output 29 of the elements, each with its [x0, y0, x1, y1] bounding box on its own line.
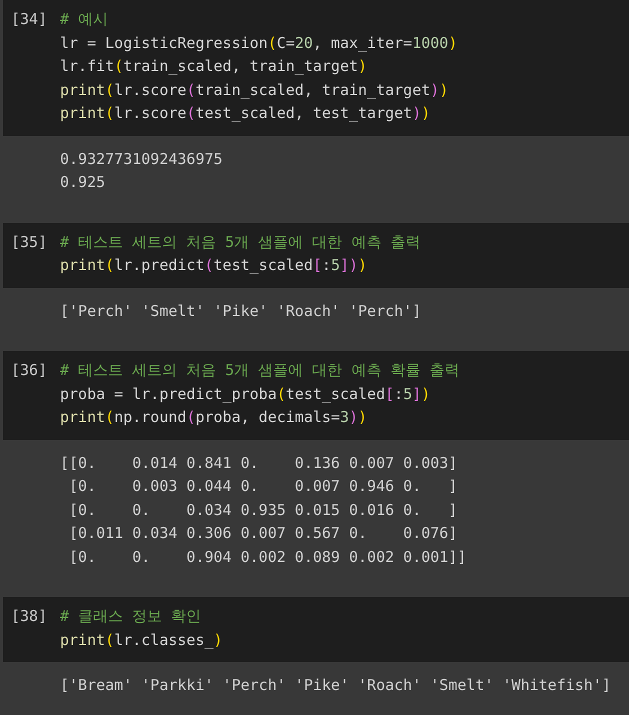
output-line: 0.925	[60, 172, 106, 193]
code-line: lr = LogisticRegression(C=20, max_iter=1000)	[60, 32, 458, 54]
output-line: ['Perch' 'Smelt' 'Pike' 'Roach' 'Perch']	[60, 300, 422, 322]
code-line: proba = lr.predict_proba(test_scaled[:5])	[60, 384, 430, 404]
code-line: print(lr.score(train_scaled, train_target))	[60, 80, 448, 100]
code-line: lr.fit(train_scaled, train_target)	[60, 56, 368, 77]
code-line: # 예시	[60, 9, 108, 30]
output-line: [0. 0. 0.904 0.002 0.089 0.002 0.001]]	[68, 546, 466, 568]
output-line: ['Bream' 'Parkki' 'Perch' 'Pike' 'Roach' 'Smelt' 'Whitefish']	[60, 675, 611, 696]
output-line: 0.9327731092436975	[60, 148, 223, 170]
code-cell[interactable]: [34] # 예시 lr = LogisticRegression(C=20, max_iter=1000) lr.fit(train_scaled, train_target) print(lr.score(train_scaled, train_target)) print(lr.score(test_scaled, test_target))	[3, 0, 629, 136]
code-line: print(lr.classes_)	[60, 630, 223, 650]
execution-count: [35]	[10, 232, 48, 252]
output-line: [0. 0. 0.034 0.935 0.015 0.016 0. ]	[68, 500, 458, 520]
code-cell[interactable]: [35] # 테스트 세트의 처음 5개 샘플에 대한 예측 출력 print(lr.predict(test_scaled[:5]))	[3, 222, 629, 288]
execution-count: [34]	[10, 9, 48, 30]
code-cell[interactable]: [38] # 클래스 정보 확인 print(lr.classes_)	[3, 597, 629, 662]
output-line: [[0. 0.014 0.841 0. 0.136 0.007 0.003]	[60, 452, 458, 474]
execution-count: [38]	[10, 606, 48, 627]
code-line: # 클래스 정보 확인	[60, 606, 202, 627]
code-line: print(np.round(proba, decimals=3))	[60, 407, 368, 428]
code-cell[interactable]: [36] # 테스트 세트의 처음 5개 샘플에 대한 예측 확률 출력 proba = lr.predict_proba(test_scaled[:5]) print(np.round(proba, decimals=3))	[3, 351, 629, 440]
code-line: # 테스트 세트의 처음 5개 샘플에 대한 예측 출력	[60, 232, 420, 252]
code-line: # 테스트 세트의 처음 5개 샘플에 대한 예측 확률 출력	[60, 360, 460, 381]
code-line: print(lr.predict(test_scaled[:5]))	[60, 255, 368, 276]
code-line: print(lr.score(test_scaled, test_target))	[60, 103, 430, 124]
output-line: [0.011 0.034 0.306 0.007 0.567 0. 0.076]	[68, 523, 458, 544]
execution-count: [36]	[10, 360, 48, 381]
output-line: [0. 0.003 0.044 0. 0.007 0.946 0. ]	[68, 476, 458, 497]
